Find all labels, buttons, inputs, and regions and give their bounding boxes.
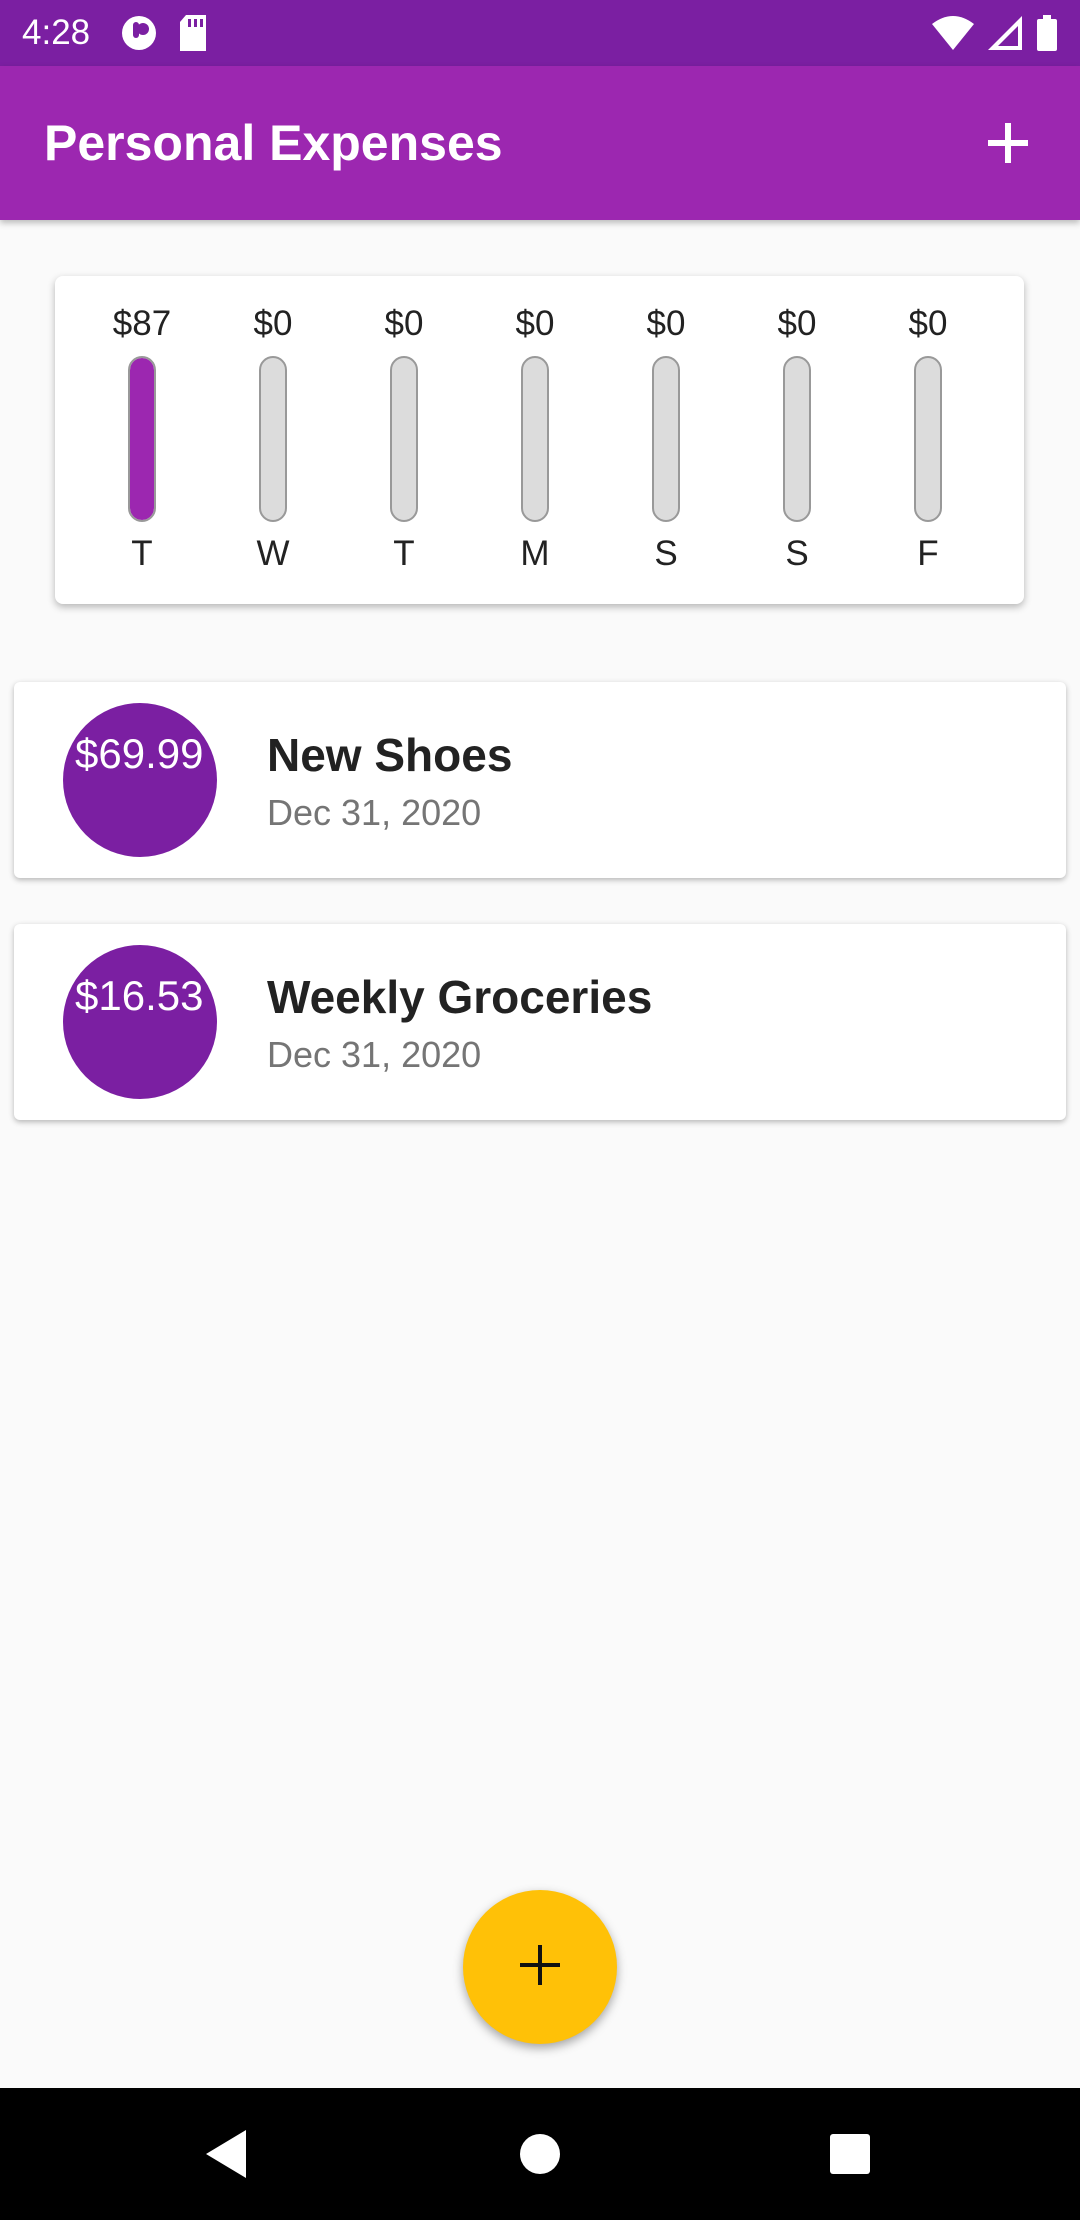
transaction-card[interactable]: $69.99 New Shoes Dec 31, 2020 <box>14 682 1066 878</box>
app-bar: Personal Expenses <box>0 66 1080 220</box>
wifi-icon <box>932 16 974 50</box>
chart-day-label: S <box>785 534 809 573</box>
chart-day-label: F <box>917 534 939 573</box>
chart-bar-track <box>783 356 811 522</box>
app-notification-icon <box>120 14 158 52</box>
transaction-title: Weekly Groceries <box>267 971 653 1023</box>
chart-day-label: S <box>654 534 678 573</box>
transaction-card[interactable]: $16.53 Weekly Groceries Dec 31, 2020 <box>14 924 1066 1120</box>
chart-bar <box>130 358 154 520</box>
add-transaction-fab[interactable] <box>463 1890 617 2044</box>
chart-day-label: W <box>256 534 290 573</box>
chart-value-label: $0 <box>515 304 555 343</box>
battery-icon <box>1036 15 1058 51</box>
amount-badge: $16.53 <box>63 945 217 1099</box>
chart-column: $0 S <box>737 276 857 604</box>
chart-bar-track <box>521 356 549 522</box>
chart-day-label: T <box>393 534 415 573</box>
add-icon <box>518 1943 562 1992</box>
chart-column: $0 W <box>213 276 333 604</box>
status-left-icons <box>120 14 208 52</box>
app-title: Personal Expenses <box>44 115 503 171</box>
chart-column: $0 F <box>868 276 988 604</box>
chart-bar-track <box>914 356 942 522</box>
chart-value-label: $0 <box>384 304 424 343</box>
amount-badge: $69.99 <box>63 703 217 857</box>
recents-icon[interactable] <box>814 2118 886 2190</box>
system-nav-bar <box>0 2088 1080 2220</box>
transaction-date: Dec 31, 2020 <box>267 1034 482 1075</box>
chart-column: $0 S <box>606 276 726 604</box>
home-icon[interactable] <box>504 2118 576 2190</box>
chart-column: $0 T <box>344 276 464 604</box>
weekly-chart: $87 T $0 W $0 T $0 M $0 S $0 S $0 F <box>55 276 1024 604</box>
chart-day-label: M <box>520 534 550 573</box>
chart-bar-track <box>390 356 418 522</box>
chart-bar-track <box>128 356 156 522</box>
status-right-icons <box>932 15 1058 51</box>
back-icon[interactable] <box>190 2118 262 2190</box>
transaction-title: New Shoes <box>267 729 513 781</box>
chart-bar-track <box>652 356 680 522</box>
status-time: 4:28 <box>22 13 91 52</box>
chart-bar-track <box>259 356 287 522</box>
chart-value-label: $0 <box>777 304 817 343</box>
chart-day-label: T <box>131 534 153 573</box>
chart-value-label: $0 <box>908 304 948 343</box>
chart-value-label: $87 <box>112 304 172 343</box>
sd-card-icon <box>178 15 208 51</box>
chart-column: $87 T <box>82 276 202 604</box>
transaction-date: Dec 31, 2020 <box>267 792 482 833</box>
signal-icon <box>988 16 1022 50</box>
status-bar: 4:28 <box>0 0 1080 66</box>
add-icon[interactable] <box>976 111 1040 175</box>
chart-column: $0 M <box>475 276 595 604</box>
chart-value-label: $0 <box>646 304 686 343</box>
chart-value-label: $0 <box>253 304 293 343</box>
